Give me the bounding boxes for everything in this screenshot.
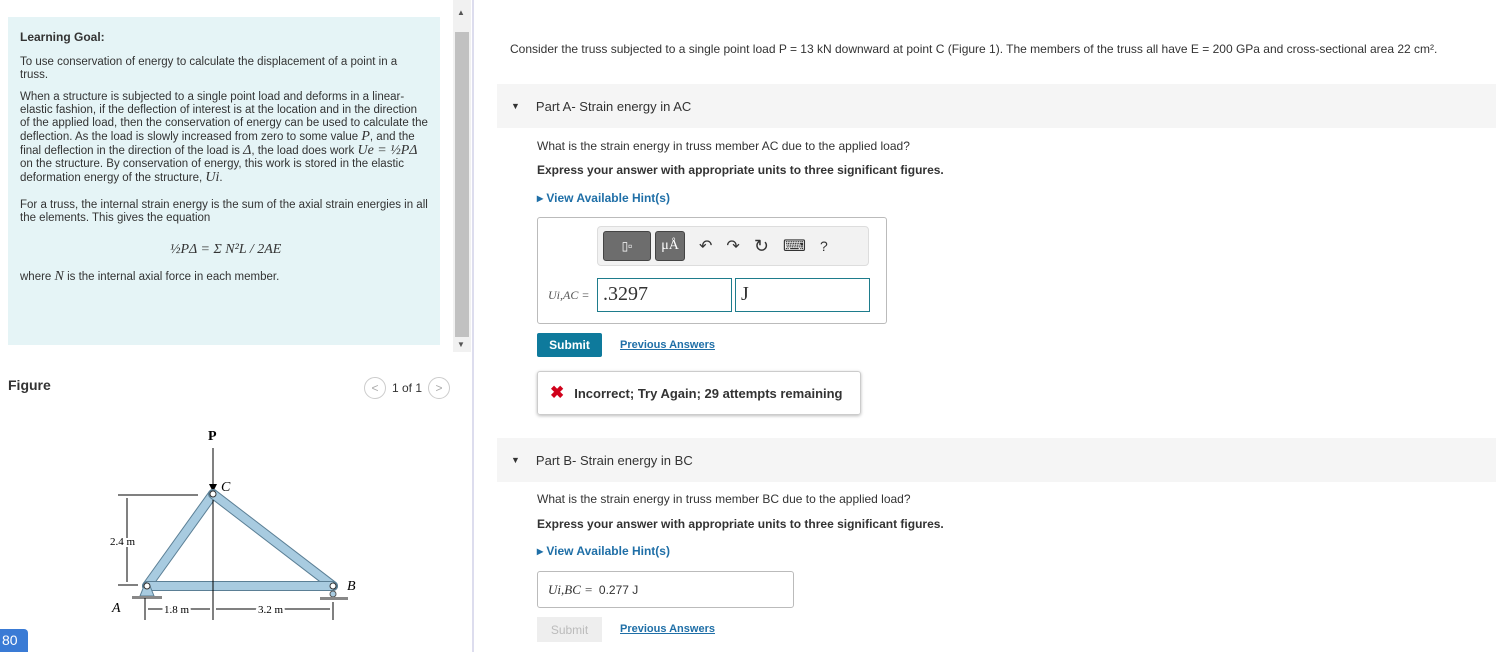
panel-divider[interactable]	[472, 0, 474, 652]
goal-truss-text: For a truss, the internal strain energy …	[20, 199, 428, 224]
goal-title: Learning Goal:	[20, 30, 105, 44]
part-b-answer: Ui,BC = 0.277 J	[537, 571, 794, 608]
part-b-header[interactable]: ▼ Part B - Strain energy in BC	[497, 438, 1496, 482]
prev-figure-button[interactable]: <	[364, 377, 386, 399]
part-b-hint-link[interactable]: ▸ View Available Hint(s)	[537, 544, 670, 558]
answer-label: Ui,AC =	[548, 288, 590, 302]
part-b-question: What is the strain energy in truss membe…	[537, 492, 911, 506]
part-a-previous-answers[interactable]: Previous Answers	[620, 339, 715, 351]
math-toolbar: ▯▫ μÅ ↶ ↷ ↻ ⌨ ?	[597, 226, 869, 266]
value-input[interactable]: .3297	[597, 278, 732, 312]
problem-statement: Consider the truss subjected to a single…	[510, 42, 1438, 56]
reset-icon[interactable]: ↻	[754, 236, 769, 257]
label-P: P	[208, 429, 217, 444]
next-figure-button[interactable]: >	[428, 377, 451, 399]
part-a-instruction: Express your answer with appropriate uni…	[537, 163, 944, 177]
keyboard-icon[interactable]: ⌨	[783, 236, 806, 256]
help-icon[interactable]: ?	[820, 238, 828, 254]
learning-goal-panel: Learning Goal: To use conservation of en…	[8, 17, 440, 345]
label-B: B	[347, 579, 356, 594]
label-d2: 3.2 m	[258, 604, 284, 616]
scrollbar-thumb[interactable]	[455, 32, 469, 337]
part-b-instruction: Express your answer with appropriate uni…	[537, 517, 944, 531]
goal-where: where N is the internal axial force in e…	[20, 269, 280, 284]
figure-pager: <1 of 1 >	[364, 377, 451, 399]
part-a-submit-button[interactable]: Submit	[537, 333, 602, 357]
units-button[interactable]: μÅ	[655, 231, 685, 261]
error-x-icon: ✖	[550, 383, 565, 402]
part-a-hint-link[interactable]: ▸ View Available Hint(s)	[537, 191, 670, 205]
label-C: C	[221, 480, 231, 495]
label-height: 2.4 m	[110, 536, 136, 548]
goal-paragraph: When a structure is subjected to a singl…	[20, 91, 428, 185]
error-feedback: ✖ Incorrect; Try Again; 29 attempts remai…	[537, 371, 861, 415]
collapse-icon: ▼	[511, 101, 520, 111]
part-b-submit-button: Submit	[537, 617, 602, 642]
part-a-question: What is the strain energy in truss membe…	[537, 139, 910, 153]
redo-icon[interactable]: ↷	[726, 236, 739, 256]
undo-icon[interactable]: ↶	[699, 236, 712, 256]
page-badge[interactable]: 80	[0, 629, 28, 652]
goal-intro: To use conservation of energy to calcula…	[20, 56, 398, 81]
part-a-answer-box: ▯▫ μÅ ↶ ↷ ↻ ⌨ ? Ui,AC = .3297 J	[537, 217, 887, 324]
energy-equation: ½PΔ = Σ N²L / 2AE	[170, 242, 282, 257]
collapse-icon: ▼	[511, 455, 520, 465]
templates-button[interactable]: ▯▫	[603, 231, 651, 261]
truss-figure: P C 2.4 m B A 1.8 m 3.2 m	[108, 429, 356, 620]
part-b-previous-answers[interactable]: Previous Answers	[620, 623, 715, 635]
part-a-header[interactable]: ▼ Part A - Strain energy in AC	[497, 84, 1496, 128]
unit-input[interactable]: J	[735, 278, 870, 312]
label-A: A	[111, 601, 121, 616]
scrollbar[interactable]: ▲ ▼	[453, 0, 471, 352]
figure-label: Figure	[8, 377, 51, 393]
label-d1: 1.8 m	[164, 604, 190, 616]
